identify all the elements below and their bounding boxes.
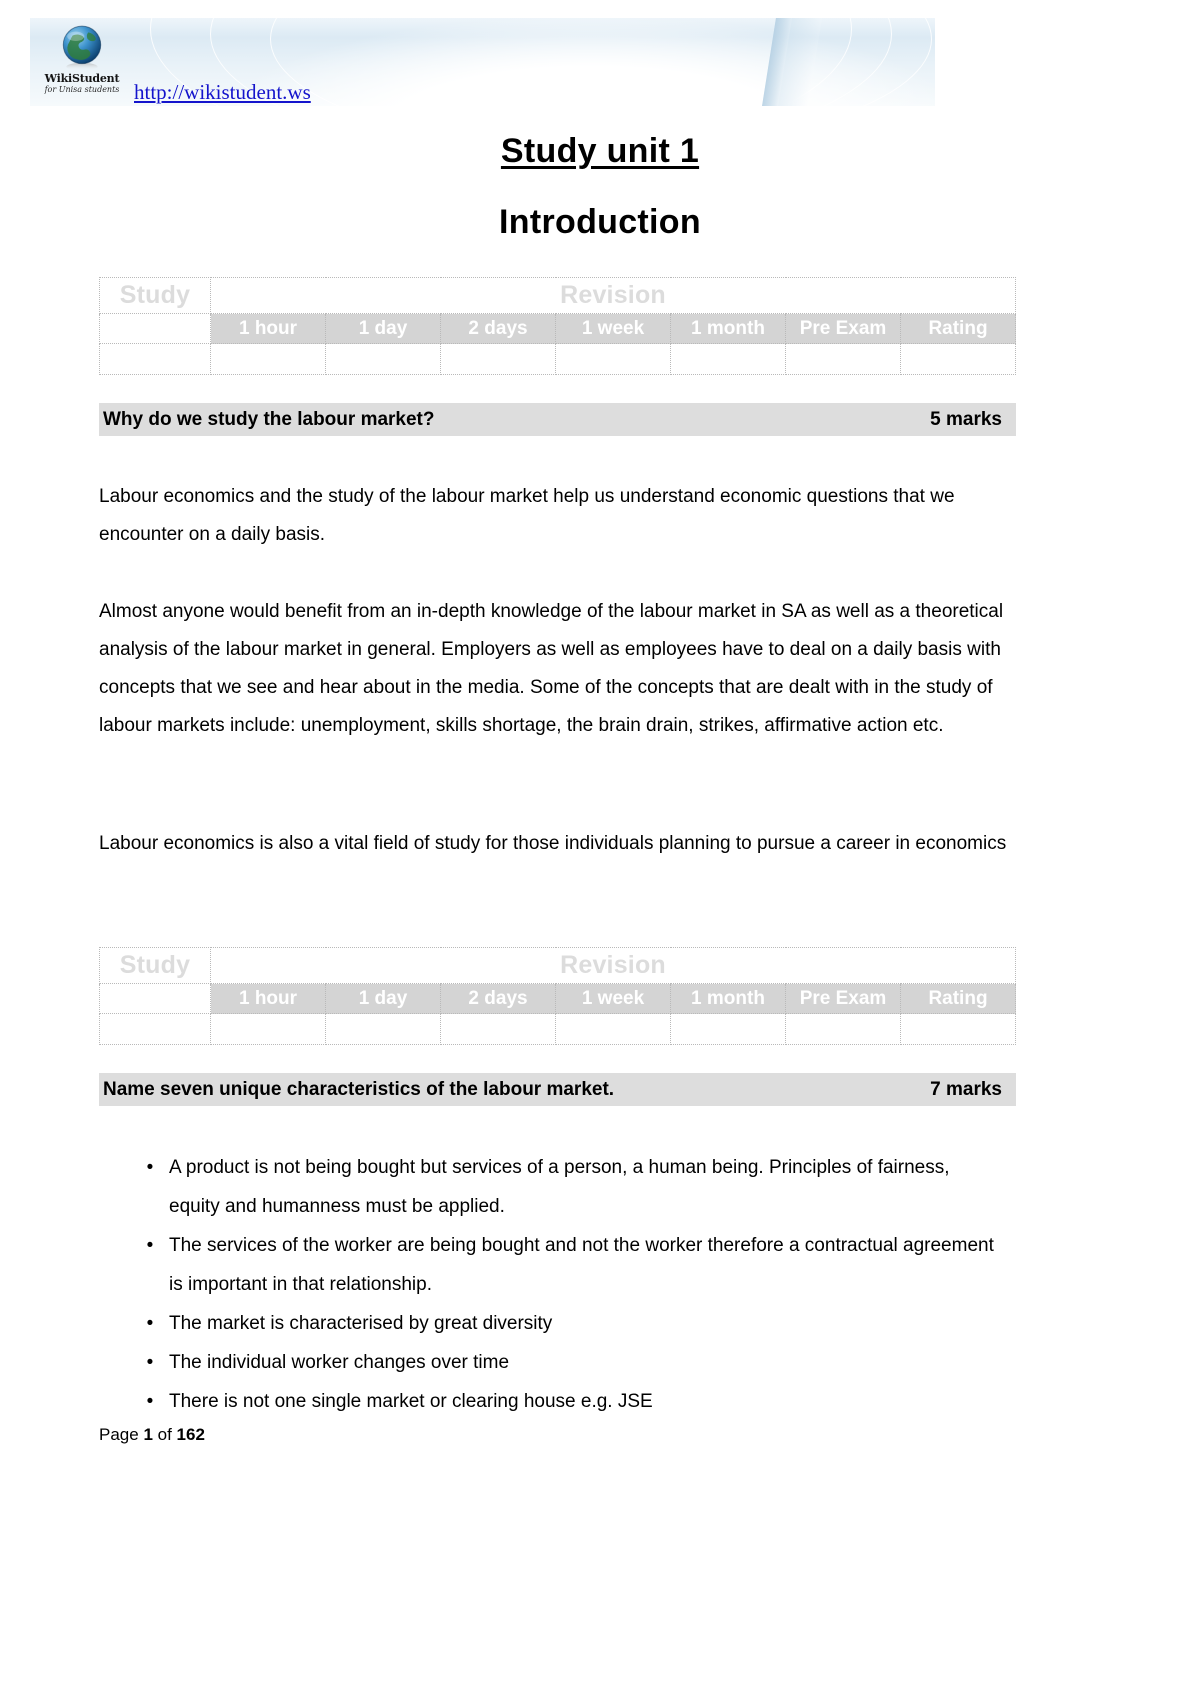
wikistudent-logo: WikiStudent for Unisa students: [40, 23, 124, 95]
entry-cell-1-hour[interactable]: [210, 343, 326, 375]
table-interval-row: 1 hour 1 day 2 days 1 week 1 month Pre E…: [99, 313, 1016, 344]
header-decoration-arc: [270, 18, 932, 106]
question-marks-1: 5 marks: [930, 408, 1002, 430]
question-marks-2: 7 marks: [930, 1078, 1002, 1100]
answer-paragraph-2: Almost anyone would benefit from an in-d…: [99, 601, 1004, 736]
entry-cell-2-days[interactable]: [440, 1013, 556, 1045]
entry-cell-1-month[interactable]: [670, 1013, 786, 1045]
list-item-text: The market is characterised by great div…: [169, 1313, 553, 1334]
entry-cell-study[interactable]: [99, 343, 211, 375]
interval-cell-1-day: 1 day: [325, 983, 441, 1014]
footer-total-pages: 162: [176, 1425, 205, 1444]
logo-name-text: WikiStudent: [44, 72, 120, 85]
entry-cell-1-week[interactable]: [555, 1013, 671, 1045]
entry-cell-1-hour[interactable]: [210, 1013, 326, 1045]
entry-cell-1-day[interactable]: [325, 343, 441, 375]
page-footer: Page 1 of 162: [99, 1425, 205, 1445]
document-page: WikiStudent for Unisa students http://wi…: [0, 0, 1200, 1698]
entry-cell-1-day[interactable]: [325, 1013, 441, 1045]
study-blank-cell[interactable]: [99, 313, 211, 344]
list-item: • The individual worker changes over tim…: [99, 1343, 1019, 1382]
interval-cell-1-week: 1 week: [555, 313, 671, 344]
study-blank-cell[interactable]: [99, 983, 211, 1014]
interval-cell-1-hour: 1 hour: [210, 313, 326, 344]
interval-cell-1-week: 1 week: [555, 983, 671, 1014]
revision-header-cell: Revision: [210, 277, 1016, 314]
interval-cell-1-hour: 1 hour: [210, 983, 326, 1014]
interval-cell-pre-exam: Pre Exam: [785, 983, 901, 1014]
entry-cell-pre-exam[interactable]: [785, 343, 901, 375]
list-item: • The market is characterised by great d…: [99, 1304, 1019, 1343]
study-header-cell: Study: [99, 277, 211, 314]
entry-cell-rating[interactable]: [900, 1013, 1016, 1045]
characteristics-list: • A product is not being bought but serv…: [99, 1148, 1019, 1421]
footer-current-page: 1: [143, 1425, 153, 1444]
table-entry-row: [99, 343, 1016, 375]
entry-cell-pre-exam[interactable]: [785, 1013, 901, 1045]
interval-cell-pre-exam: Pre Exam: [785, 313, 901, 344]
list-item-text: There is not one single market or cleari…: [169, 1391, 653, 1412]
list-item: • A product is not being bought but serv…: [99, 1148, 1019, 1226]
interval-cell-rating: Rating: [900, 313, 1016, 344]
list-item: • The services of the worker are being b…: [99, 1226, 1019, 1304]
question-text-1: Why do we study the labour market?: [103, 408, 435, 430]
entry-cell-2-days[interactable]: [440, 343, 556, 375]
table-head-row: Study Revision: [99, 277, 1016, 314]
site-url-link[interactable]: http://wikistudent.ws: [134, 80, 311, 105]
interval-cell-2-days: 2 days: [440, 313, 556, 344]
study-revision-table: Study Revision 1 hour 1 day 2 days 1 wee…: [99, 947, 1016, 1045]
list-item-text: The services of the worker are being bou…: [169, 1235, 994, 1295]
study-revision-table: Study Revision 1 hour 1 day 2 days 1 wee…: [99, 277, 1016, 375]
study-header-cell: Study: [99, 947, 211, 984]
footer-prefix: Page: [99, 1425, 144, 1444]
interval-cell-1-month: 1 month: [670, 983, 786, 1014]
bullet-icon: •: [146, 1391, 154, 1412]
page-title-text: Study unit 1: [500, 132, 700, 170]
page-subtitle: Introduction: [499, 203, 701, 241]
bullet-icon: •: [146, 1352, 154, 1373]
bullet-icon: •: [146, 1313, 154, 1334]
site-header-banner: WikiStudent for Unisa students http://wi…: [30, 18, 935, 106]
bullet-icon: •: [146, 1235, 154, 1256]
bullet-icon: •: [146, 1157, 154, 1178]
list-item-text: The individual worker changes over time: [169, 1352, 510, 1373]
table-head-row: Study Revision: [99, 947, 1016, 984]
interval-cell-1-month: 1 month: [670, 313, 786, 344]
table-interval-row: 1 hour 1 day 2 days 1 week 1 month Pre E…: [99, 983, 1016, 1014]
entry-cell-rating[interactable]: [900, 343, 1016, 375]
logo-tagline-text: for Unisa students: [44, 85, 120, 94]
interval-cell-1-day: 1 day: [325, 313, 441, 344]
entry-cell-1-week[interactable]: [555, 343, 671, 375]
page-title: Study unit 1: [0, 132, 1200, 171]
revision-header-cell: Revision: [210, 947, 1016, 984]
question-banner-2: Name seven unique characteristics of the…: [99, 1073, 1016, 1106]
footer-middle: of: [152, 1425, 177, 1444]
question-banner-1: Why do we study the labour market? 5 mar…: [99, 403, 1016, 436]
question-text-2: Name seven unique characteristics of the…: [103, 1078, 615, 1100]
list-item: • There is not one single market or clea…: [99, 1382, 1019, 1421]
interval-cell-2-days: 2 days: [440, 983, 556, 1014]
interval-cell-rating: Rating: [900, 983, 1016, 1014]
answer-paragraph-1: Labour economics and the study of the la…: [99, 486, 955, 545]
entry-cell-study[interactable]: [99, 1013, 211, 1045]
globe-icon: [62, 25, 102, 71]
answer-paragraph-3: Labour economics is also a vital field o…: [99, 833, 1007, 854]
table-entry-row: [99, 1013, 1016, 1045]
list-item-text: A product is not being bought but servic…: [169, 1157, 950, 1217]
entry-cell-1-month[interactable]: [670, 343, 786, 375]
